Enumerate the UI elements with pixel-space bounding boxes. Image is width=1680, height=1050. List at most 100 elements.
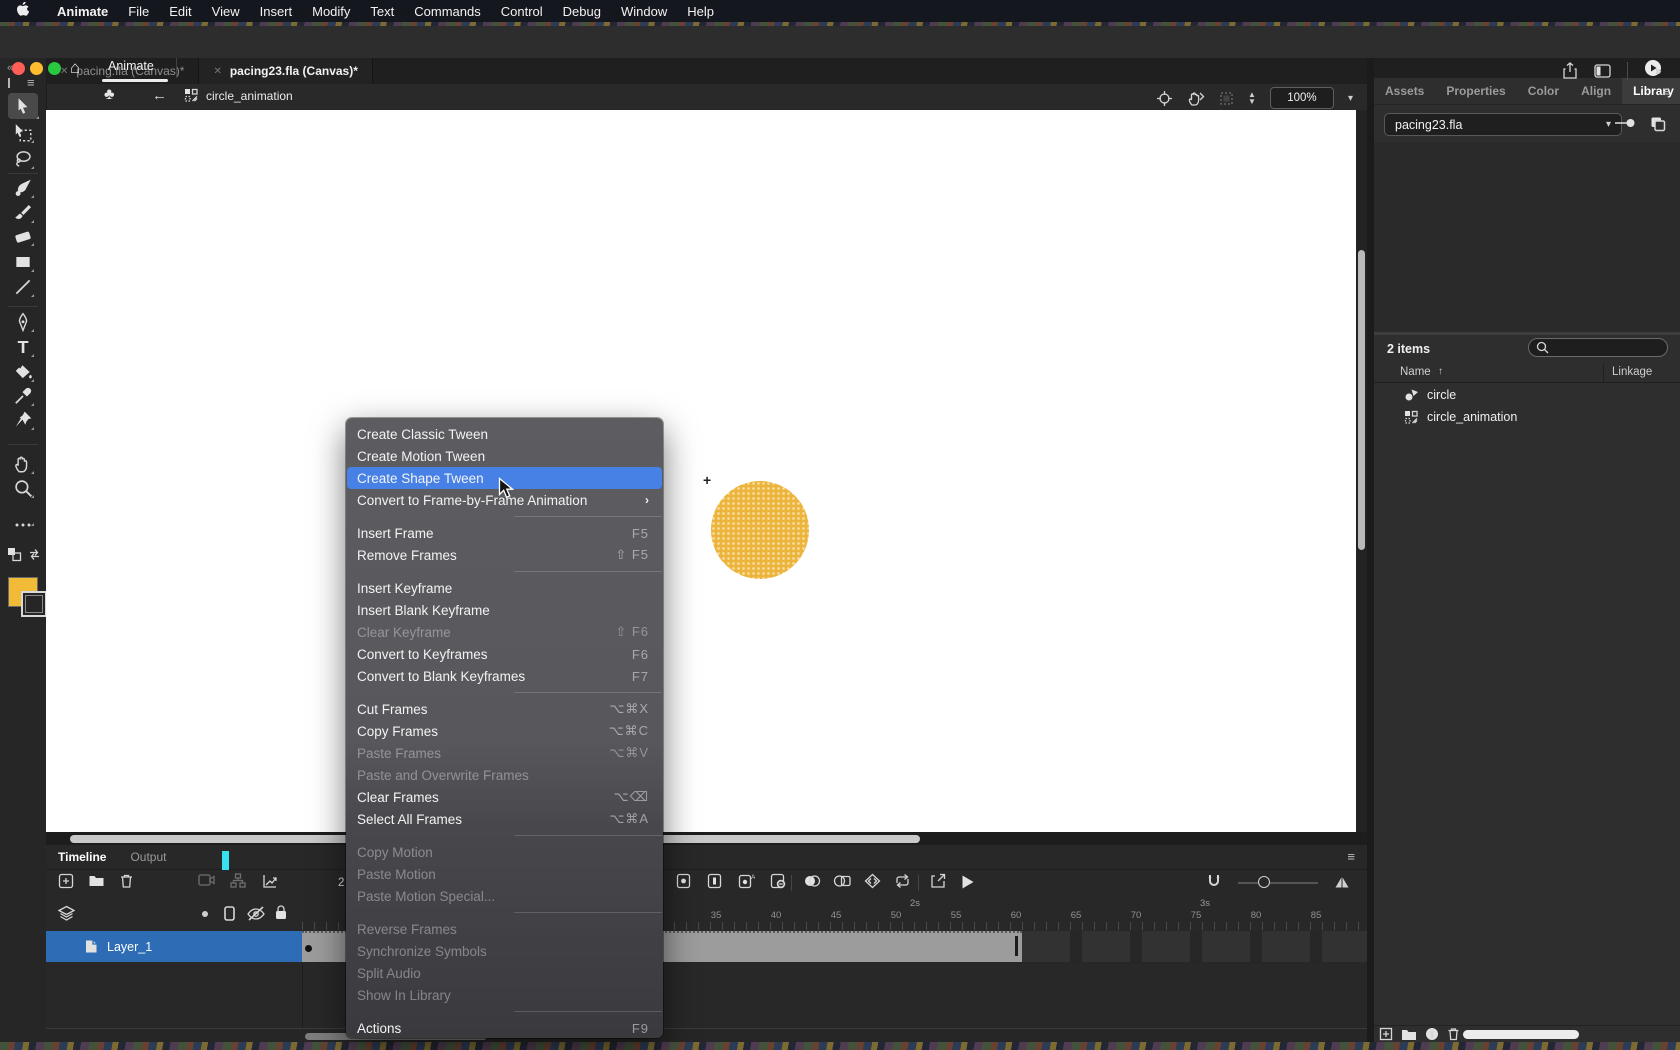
timeline-horizontal-scrollbar[interactable] (46, 1028, 1367, 1043)
menu-item[interactable]: Create Classic Tween › (346, 423, 663, 445)
close-icon[interactable]: ✕ (213, 66, 221, 77)
yellow-circle-shape[interactable] (711, 481, 809, 579)
library-document-dropdown[interactable]: pacing23.fla ▾ (1384, 113, 1622, 136)
library-item-row[interactable]: circle_animation (1374, 406, 1680, 428)
paint-bucket-tool[interactable] (13, 362, 33, 382)
camera-icon[interactable] (198, 873, 215, 887)
menubar-item[interactable]: Debug (553, 4, 611, 19)
hide-layers-icon[interactable] (246, 905, 266, 922)
menu-item[interactable]: Paste Motion › (346, 863, 663, 885)
panel-tab[interactable]: Assets (1374, 78, 1435, 104)
home-icon[interactable]: ⌂ (70, 58, 80, 78)
default-colors-icon[interactable] (7, 547, 22, 562)
menu-item[interactable]: Create Motion Tween › (346, 445, 663, 467)
timeline-zoom-slider-track[interactable] (1238, 882, 1318, 884)
layer-outline-color-swatch[interactable] (222, 851, 229, 870)
more-tools-button[interactable] (13, 516, 33, 526)
zoom-stepper[interactable]: ▲▼ (1248, 91, 1256, 105)
distribute-to-layers-icon[interactable] (230, 873, 246, 888)
menu-item[interactable]: Paste and Overwrite Frames › (346, 764, 663, 786)
menubar-item[interactable]: Help (677, 4, 724, 19)
play-icon[interactable] (960, 874, 975, 895)
remove-frame-icon[interactable] (770, 873, 786, 889)
menu-item[interactable]: Convert to Keyframes F6 › (346, 643, 663, 665)
outline-view-icon[interactable] (223, 905, 236, 922)
onion-skin-outlines-icon[interactable] (833, 873, 851, 889)
menu-item[interactable]: Remove Frames ⇧ F5 › (346, 544, 663, 566)
new-library-panel-icon[interactable] (1650, 116, 1666, 132)
clip-content-icon[interactable] (1219, 91, 1234, 106)
fluid-brush-tool[interactable] (13, 178, 33, 198)
library-item-name[interactable]: circle_animation (1427, 410, 1517, 424)
timeline-tab[interactable]: Output (118, 850, 178, 864)
menu-item[interactable]: Clear Keyframe ⇧ F6 › (346, 621, 663, 643)
export-animation-icon[interactable] (930, 873, 946, 889)
lasso-tool[interactable] (13, 149, 33, 169)
column-header-name[interactable]: Name (1400, 366, 1431, 378)
library-panel-menu-icon[interactable]: ≡ (1662, 84, 1670, 99)
layer-row[interactable]: Layer_1 (46, 931, 302, 962)
menu-item[interactable]: › (346, 687, 663, 698)
menu-item[interactable]: Insert Keyframe › (346, 577, 663, 599)
share-icon[interactable] (1562, 62, 1578, 79)
text-tool[interactable]: T (13, 337, 33, 357)
workspace-layout-icon[interactable] (1594, 64, 1611, 78)
timeline-tab[interactable]: Timeline (46, 850, 118, 864)
menu-item[interactable]: Split Audio › (346, 962, 663, 984)
menu-item[interactable]: Copy Motion › (346, 841, 663, 863)
lock-layers-icon[interactable] (274, 904, 288, 921)
frame-size-icon[interactable] (1334, 874, 1350, 894)
panel-tab[interactable]: Properties (1435, 78, 1516, 104)
menubar-item[interactable]: Window (611, 4, 677, 19)
back-arrow-icon[interactable]: ← (152, 87, 167, 104)
swap-colors-icon[interactable] (27, 547, 42, 562)
scrollbar-thumb[interactable] (1463, 1030, 1579, 1039)
menu-item[interactable]: › (346, 511, 663, 522)
new-folder-icon[interactable] (1401, 1028, 1417, 1041)
minimize-window-button[interactable] (30, 62, 43, 75)
column-divider[interactable] (1603, 364, 1604, 382)
show-all-dot-icon[interactable] (202, 911, 208, 917)
apple-menu-icon[interactable] (16, 2, 29, 20)
menu-item[interactable]: Insert Frame F5 › (346, 522, 663, 544)
breadcrumb-symbol-name[interactable]: circle_animation (206, 89, 293, 103)
menu-item[interactable]: Reverse Frames › (346, 918, 663, 940)
menu-item[interactable]: Synchronize Symbols › (346, 940, 663, 962)
asset-warp-tool[interactable] (13, 410, 33, 430)
free-transform-tool[interactable] (13, 123, 33, 143)
line-tool[interactable] (13, 277, 33, 297)
delete-layer-icon[interactable] (119, 873, 134, 889)
menu-item[interactable]: Select All Frames ⌥⌘A › (346, 808, 663, 830)
menubar-item[interactable]: Modify (302, 4, 360, 19)
loop-frames-icon[interactable] (894, 873, 911, 889)
timeline-panel-menu-icon[interactable]: ≡ (1347, 849, 1355, 864)
menubar-item[interactable]: File (118, 4, 159, 19)
menu-item[interactable]: › (346, 1006, 663, 1017)
frame-view-chart-icon[interactable] (262, 873, 278, 889)
column-header-linkage[interactable]: Linkage (1612, 366, 1652, 378)
panel-divider[interactable] (1367, 58, 1374, 1042)
library-item-name[interactable]: circle (1427, 388, 1456, 402)
new-layer-icon[interactable] (58, 873, 74, 889)
toolbar-menu-icon[interactable]: ≡ (27, 75, 35, 90)
insert-keyframe-icon[interactable] (676, 873, 691, 889)
canvas-vertical-scrollbar[interactable] (1356, 110, 1367, 832)
rectangle-tool[interactable] (13, 252, 33, 272)
stroke-color-swatch[interactable] (21, 591, 47, 617)
properties-info-icon[interactable]: i (1425, 1027, 1439, 1041)
eraser-tool[interactable] (13, 226, 33, 246)
menubar-item[interactable]: Insert (250, 4, 303, 19)
scene-icon[interactable]: ♣ (104, 86, 115, 104)
keyframe-dot[interactable] (305, 945, 312, 952)
rotate-hand-icon[interactable] (1187, 90, 1205, 107)
onion-skin-icon[interactable] (803, 873, 821, 889)
menu-item[interactable]: Copy Frames ⌥⌘C › (346, 720, 663, 742)
menu-item[interactable]: Paste Frames ⌥⌘V › (346, 742, 663, 764)
canvas-horizontal-scrollbar[interactable] (46, 832, 1367, 845)
close-icon[interactable]: ✕ (60, 66, 68, 77)
auto-keyframe-icon[interactable]: A (738, 873, 755, 889)
menu-item[interactable]: Clear Frames ⌥⌫ › (346, 786, 663, 808)
chevron-down-icon[interactable]: ▾ (1348, 93, 1353, 104)
menu-item[interactable]: Paste Motion Special... › (346, 885, 663, 907)
menu-item[interactable]: Insert Blank Keyframe › (346, 599, 663, 621)
